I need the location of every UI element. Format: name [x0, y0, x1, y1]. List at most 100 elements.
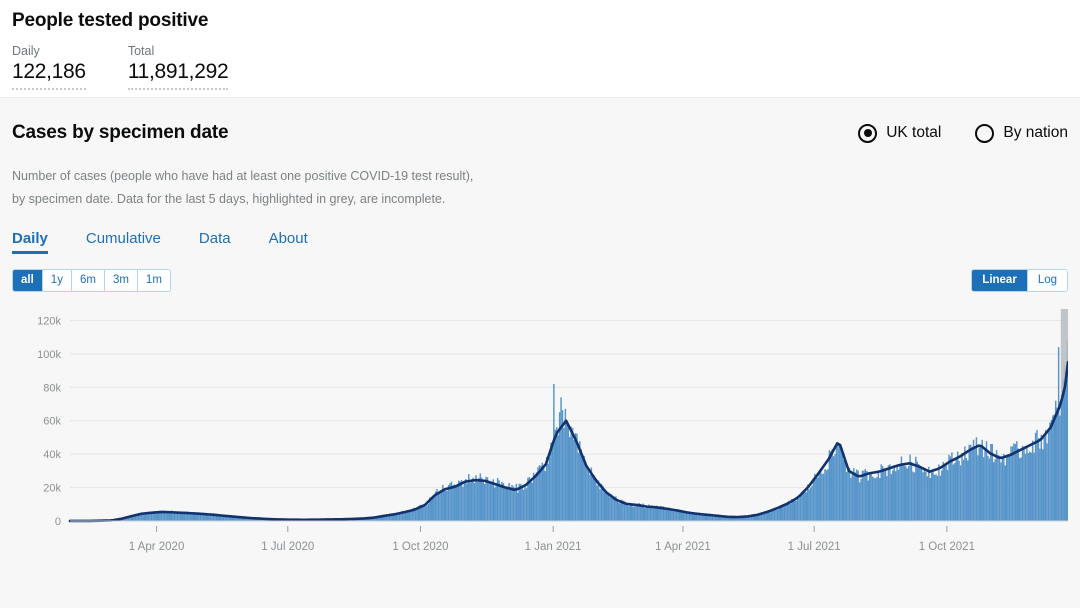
chart-bar-incomplete [1060, 400, 1063, 521]
chart-bar [866, 471, 868, 521]
radio-by-nation-label: By nation [1003, 124, 1068, 141]
chart-bar [596, 485, 598, 521]
chart-bar [625, 504, 627, 521]
chart-bar [804, 489, 806, 521]
chart-bar [603, 492, 606, 521]
chart-bar [998, 455, 1001, 521]
chart-bar [961, 453, 963, 521]
chart-bar [987, 455, 989, 521]
tab-data[interactable]: Data [199, 230, 231, 254]
svg-text:1 Oct 2020: 1 Oct 2020 [392, 541, 448, 553]
tab-daily[interactable]: Daily [12, 230, 48, 254]
chart-card-header: Cases by specimen date UK total By natio… [12, 122, 1068, 144]
chart-bar [985, 441, 988, 521]
svg-text:1 Jul 2021: 1 Jul 2021 [788, 541, 841, 553]
chart-bar [920, 468, 923, 521]
range-button-6m[interactable]: 6m [71, 269, 105, 291]
range-button-1y[interactable]: 1y [42, 269, 72, 291]
chart-bar [196, 514, 199, 521]
chart-bar [1052, 415, 1054, 521]
chart-bar [853, 468, 855, 521]
chart-bar [962, 459, 965, 521]
chart-bar [424, 506, 427, 521]
chart-bar [1044, 430, 1047, 521]
range-button-1m[interactable]: 1m [137, 269, 170, 291]
chart-bar [1020, 457, 1022, 521]
chart-bar [1017, 448, 1019, 521]
chart-bar [971, 446, 973, 521]
chart-bar [880, 464, 882, 521]
chart-bar [830, 451, 832, 521]
chart-bar [446, 490, 448, 521]
chart-bar [997, 454, 999, 521]
chart-bar [817, 477, 819, 521]
tab-cumulative[interactable]: Cumulative [86, 230, 161, 254]
chart-bar [894, 471, 897, 521]
bars-layer [70, 340, 1068, 521]
chart-bar [1013, 443, 1015, 521]
chart-bar [440, 491, 443, 521]
chart-bar [635, 504, 637, 521]
chart-bar [606, 494, 608, 521]
chart-bar [954, 463, 956, 521]
chart-bar [632, 506, 634, 521]
chart-bar [693, 513, 695, 521]
chart-bar [935, 474, 937, 521]
scale-button-log[interactable]: Log [1027, 269, 1067, 291]
chart-bar [772, 510, 774, 521]
chart-bar [948, 454, 950, 521]
chart-bar [757, 515, 760, 521]
chart-plot-area[interactable]: 0 20k 40k 60k 80k 100k 120k 1 Apr 2020 1 Jul 20… [12, 299, 1068, 567]
radio-by-nation[interactable]: By nation [975, 123, 1068, 143]
chart-bar [499, 486, 502, 521]
chart-bar [1050, 419, 1053, 521]
chart-bar [694, 514, 696, 521]
chart-bar [845, 472, 848, 521]
chart-bar [583, 455, 585, 521]
chart-bar-incomplete [1063, 381, 1066, 521]
chart-bar [545, 456, 548, 521]
chart-bar [969, 444, 972, 521]
chart-bar [811, 485, 813, 521]
chart-bar [874, 478, 877, 521]
chart-bar [680, 511, 682, 521]
chart-bar [893, 464, 895, 521]
chart-bar [455, 487, 457, 521]
range-button-3m[interactable]: 3m [104, 269, 138, 291]
chart-bar [876, 477, 878, 521]
chart-bar [822, 473, 825, 521]
chart-bar [1040, 434, 1043, 521]
chart-bar [834, 453, 836, 521]
chart-bar [616, 501, 619, 521]
chart-bar [844, 461, 846, 521]
chart-bar [789, 503, 792, 521]
chart-bar [1011, 446, 1014, 521]
chart-bar [781, 505, 783, 521]
radio-uk-total[interactable]: UK total [858, 123, 941, 143]
chart-bar [658, 508, 660, 521]
range-button-all[interactable]: all [13, 269, 43, 291]
chart-bar [504, 487, 506, 521]
chart-bar [460, 480, 463, 521]
tab-about[interactable]: About [269, 230, 308, 254]
chart-bar [593, 475, 595, 521]
chart-bar-incomplete [1062, 391, 1064, 521]
chart-bar [207, 514, 209, 521]
chart-bar [870, 472, 872, 521]
chart-bar [1023, 447, 1025, 521]
chart-bar [837, 442, 839, 521]
chart-bar [890, 474, 893, 521]
chart-bar [1043, 437, 1045, 521]
chart-bar [848, 467, 851, 521]
chart-bar [509, 487, 512, 521]
scale-button-linear[interactable]: Linear [972, 269, 1028, 291]
chart-bar [932, 472, 934, 521]
chart-bar [554, 429, 557, 521]
chart-bar [900, 456, 903, 521]
chart-bar [488, 483, 490, 521]
chart-bar [618, 502, 620, 521]
chart-bar [1027, 453, 1030, 521]
chart-bar [801, 492, 803, 521]
chart-bar [825, 470, 828, 521]
chart-bar [910, 461, 913, 521]
